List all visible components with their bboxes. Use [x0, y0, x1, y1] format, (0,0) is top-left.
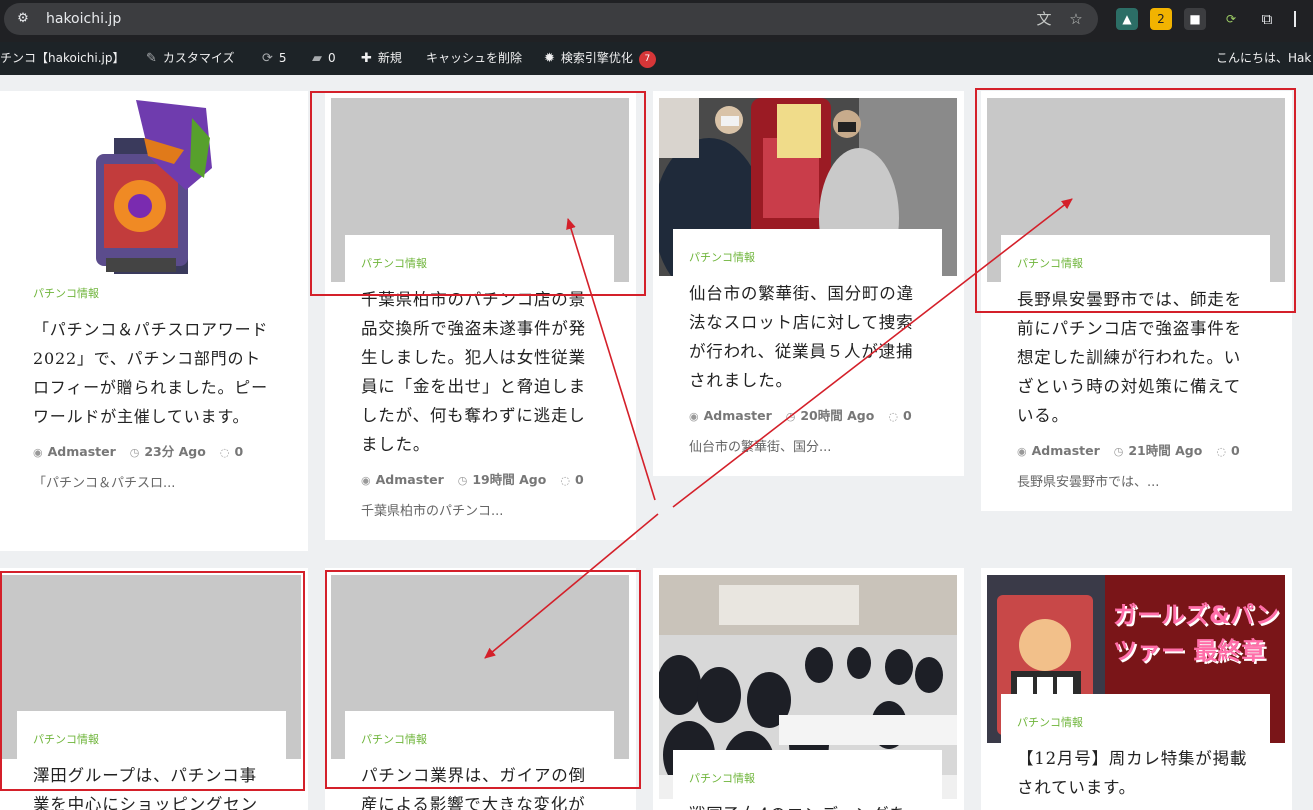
- extension-4-icon[interactable]: ⟳: [1220, 8, 1242, 30]
- clock-icon: ◷: [129, 446, 140, 459]
- comment-icon: ◌: [1216, 445, 1226, 458]
- post-card[interactable]: パチンコ情報 仙台市の繁華街、国分町の違法なスロット店に対して捜索が行われ、従業…: [653, 91, 964, 476]
- admin-comments[interactable]: ▰ 0: [312, 42, 336, 75]
- admin-site-name[interactable]: チンコ【hakoichi.jp】: [0, 42, 124, 75]
- admin-seo[interactable]: ✹ 検索引擎优化 7: [544, 42, 656, 75]
- comments-count: 0: [328, 51, 336, 65]
- site-info-icon[interactable]: ⚙: [14, 10, 32, 28]
- extension-3-icon[interactable]: ■: [1184, 8, 1206, 30]
- post-excerpt: 「パチンコ＆パチスロ...: [33, 476, 176, 491]
- annotation-box: [975, 88, 1296, 313]
- post-title[interactable]: 仙台市の繁華街、国分町の違法なスロット店に対して捜索が行われ、従業員５人が逮捕さ…: [689, 279, 926, 395]
- seo-gear-icon: ✹: [544, 51, 555, 66]
- post-author[interactable]: Admaster: [1032, 443, 1100, 458]
- greeting-label: こんにちは、Hak: [1216, 51, 1312, 65]
- admin-customize[interactable]: ✎ カスタマイズ: [146, 42, 235, 75]
- post-comment-count[interactable]: 0: [1231, 443, 1240, 458]
- admin-updates[interactable]: ⟳ 5: [262, 42, 287, 75]
- page: ⚙ hakoichi.jp 文 ☆ ▲ 2 ■ ⟳ ⧉ チンコ【hakoichi…: [0, 0, 1313, 810]
- post-card[interactable]: パチンコ情報 「パチンコ＆パチスロアワード2022」で、パチンコ部門のトロフィー…: [0, 91, 308, 551]
- brush-icon: ✎: [146, 51, 157, 66]
- post-time: 21時間 Ago: [1128, 443, 1203, 458]
- author-icon: ◉: [361, 474, 371, 487]
- post-category[interactable]: パチンコ情報: [1017, 716, 1254, 730]
- post-title[interactable]: 【12月号】周カレ特集が掲載されています。: [1017, 744, 1254, 802]
- bookmark-star-icon[interactable]: ☆: [1066, 9, 1086, 29]
- post-title[interactable]: 「パチンコ＆パチスロアワード2022」で、パチンコ部門のトロフィーが贈られました…: [33, 315, 269, 431]
- post-card[interactable]: ガールズ&パンツァー 最終章 パチンコ情報 【12月号】周カレ特集が掲載されてい…: [981, 568, 1292, 810]
- annotation-box: [310, 91, 646, 296]
- wp-admin-bar: チンコ【hakoichi.jp】 ✎ カスタマイズ ⟳ 5 ▰ 0 ✚ 新規 キャッシュ…: [0, 42, 1313, 75]
- post-author[interactable]: Admaster: [704, 408, 772, 423]
- post-author[interactable]: Admaster: [376, 472, 444, 487]
- annotation-box: [325, 570, 641, 789]
- post-category[interactable]: パチンコ情報: [689, 251, 926, 265]
- updates-count: 5: [278, 51, 287, 65]
- extensions-puzzle-icon[interactable]: ⧉: [1256, 8, 1278, 30]
- post-thumbnail[interactable]: [86, 98, 216, 274]
- extension-2-icon[interactable]: 2: [1150, 8, 1172, 30]
- post-excerpt: 長野県安曇野市では、...: [1017, 475, 1160, 490]
- toolbar-divider: [1294, 11, 1296, 27]
- browser-toolbar: ⚙ hakoichi.jp 文 ☆ ▲ 2 ■ ⟳ ⧉: [0, 0, 1313, 42]
- seo-label: 検索引擎优化: [560, 51, 633, 65]
- post-excerpt: 仙台市の繁華街、国分...: [689, 440, 832, 455]
- clock-icon: ◷: [1113, 445, 1124, 458]
- url-text[interactable]: hakoichi.jp: [46, 10, 121, 28]
- post-content: パチンコ情報 「パチンコ＆パチスロアワード2022」で、パチンコ部門のトロフィー…: [17, 287, 285, 493]
- post-comment-count[interactable]: 0: [575, 472, 584, 487]
- post-comment-count[interactable]: 0: [903, 408, 912, 423]
- clock-icon: ◷: [457, 474, 468, 487]
- updates-icon: ⟳: [262, 51, 273, 66]
- post-author[interactable]: Admaster: [48, 444, 116, 459]
- author-icon: ◉: [1017, 445, 1027, 458]
- annotation-box: [0, 571, 305, 791]
- admin-clear-cache[interactable]: キャッシュを削除: [426, 42, 522, 75]
- new-label: 新規: [377, 51, 402, 65]
- post-category[interactable]: パチンコ情報: [689, 772, 926, 786]
- clock-icon: ◷: [785, 410, 796, 423]
- admin-new[interactable]: ✚ 新規: [361, 42, 402, 75]
- author-icon: ◉: [689, 410, 699, 423]
- post-meta: ◉ Admaster ◷ 21時間 Ago ◌ 0: [1017, 442, 1254, 461]
- comment-icon: ◌: [219, 446, 230, 459]
- post-title[interactable]: 戦国乙女4のエンディングを: [689, 800, 926, 810]
- clear-cache-label: キャッシュを削除: [426, 51, 523, 65]
- post-title[interactable]: 千葉県柏市のパチンコ店の景品交換所で強盗未遂事件が発生しました。犯人は女性従業員…: [361, 285, 598, 459]
- post-excerpt: 千葉県柏市のパチンコ...: [361, 504, 504, 519]
- post-category[interactable]: パチンコ情報: [33, 287, 269, 301]
- post-time: 19時間 Ago: [472, 472, 547, 487]
- translate-icon[interactable]: 文: [1034, 9, 1054, 29]
- extension-1-icon[interactable]: ▲: [1116, 8, 1138, 30]
- post-time: 20時間 Ago: [800, 408, 875, 423]
- post-card[interactable]: パチンコ情報 戦国乙女4のエンディングを: [653, 568, 964, 810]
- post-content: パチンコ情報 仙台市の繁華街、国分町の違法なスロット店に対して捜索が行われ、従業…: [673, 229, 942, 457]
- post-comment-count[interactable]: 0: [234, 444, 243, 459]
- plus-icon: ✚: [361, 51, 372, 66]
- logo-text: ガールズ&パンツァー 最終章: [1113, 601, 1280, 665]
- post-meta: ◉ Admaster ◷ 23分 Ago ◌ 0: [33, 443, 269, 462]
- comment-icon: ▰: [312, 51, 322, 66]
- comment-icon: ◌: [888, 410, 898, 423]
- post-meta: ◉ Admaster ◷ 19時間 Ago ◌ 0: [361, 471, 598, 490]
- customize-label: カスタマイズ: [162, 51, 235, 65]
- admin-greeting[interactable]: こんにちは、Hak: [1216, 42, 1311, 75]
- seo-count-badge: 7: [638, 51, 656, 68]
- comment-icon: ◌: [560, 474, 570, 487]
- post-meta: ◉ Admaster ◷ 20時間 Ago ◌ 0: [689, 407, 926, 426]
- address-bar[interactable]: ⚙ hakoichi.jp 文 ☆: [4, 3, 1098, 35]
- site-name-label: チンコ【hakoichi.jp】: [0, 51, 125, 65]
- post-content: パチンコ情報 戦国乙女4のエンディングを: [673, 750, 942, 810]
- pachinko-machine-image: [96, 100, 212, 274]
- post-time: 23分 Ago: [144, 444, 206, 459]
- post-content: パチンコ情報 【12月号】周カレ特集が掲載されています。: [1001, 694, 1270, 802]
- author-icon: ◉: [33, 446, 43, 459]
